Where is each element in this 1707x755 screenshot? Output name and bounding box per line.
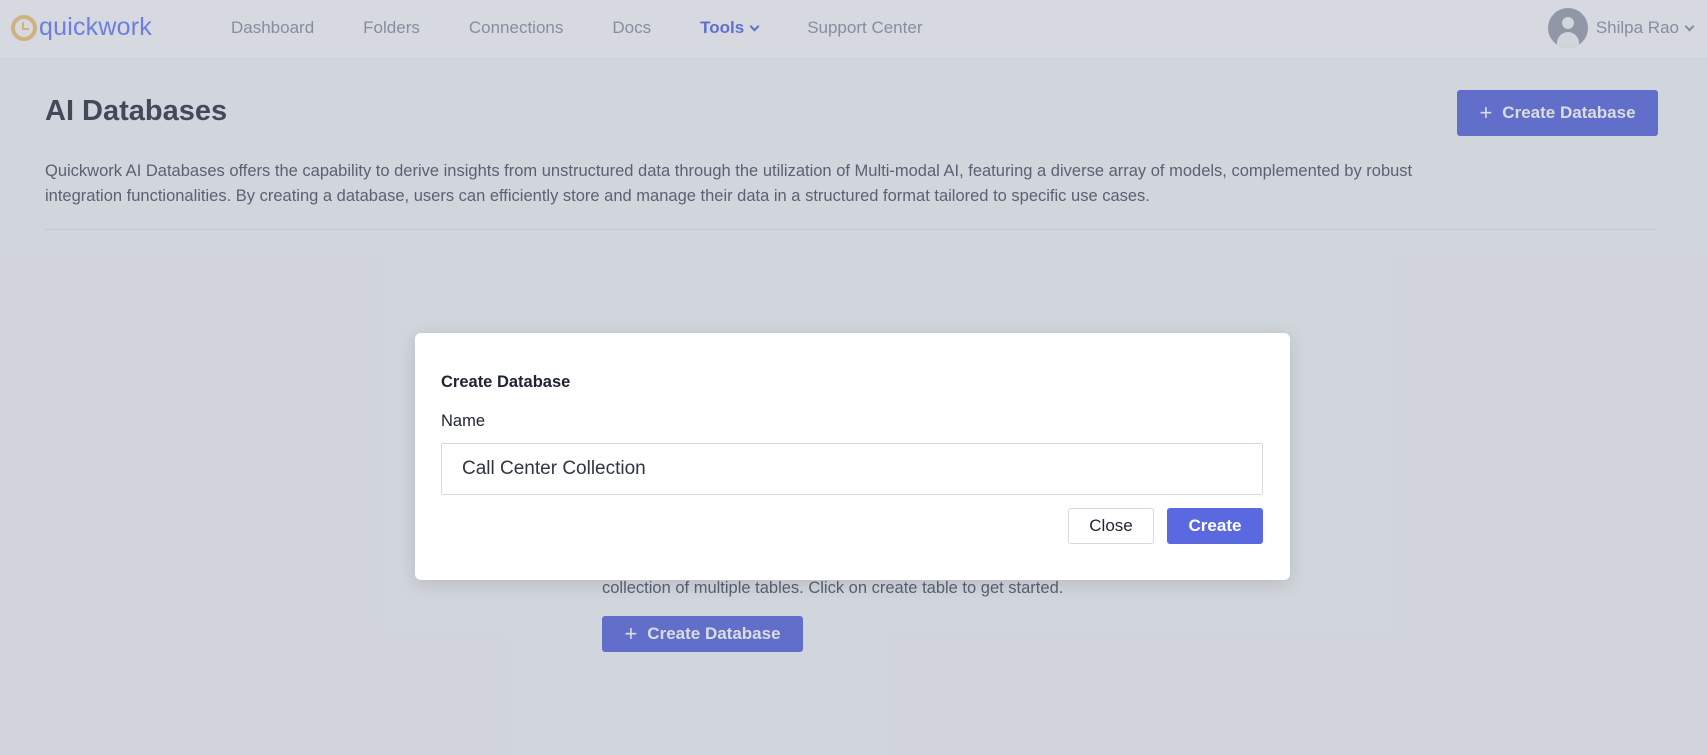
name-field-label: Name [441,412,486,430]
create-database-modal: Create Database Name Close Create [415,333,1290,580]
close-button[interactable]: Close [1068,508,1154,544]
create-button[interactable]: Create [1167,508,1263,544]
modal-title: Create Database [441,373,571,391]
database-name-input[interactable] [441,443,1263,495]
